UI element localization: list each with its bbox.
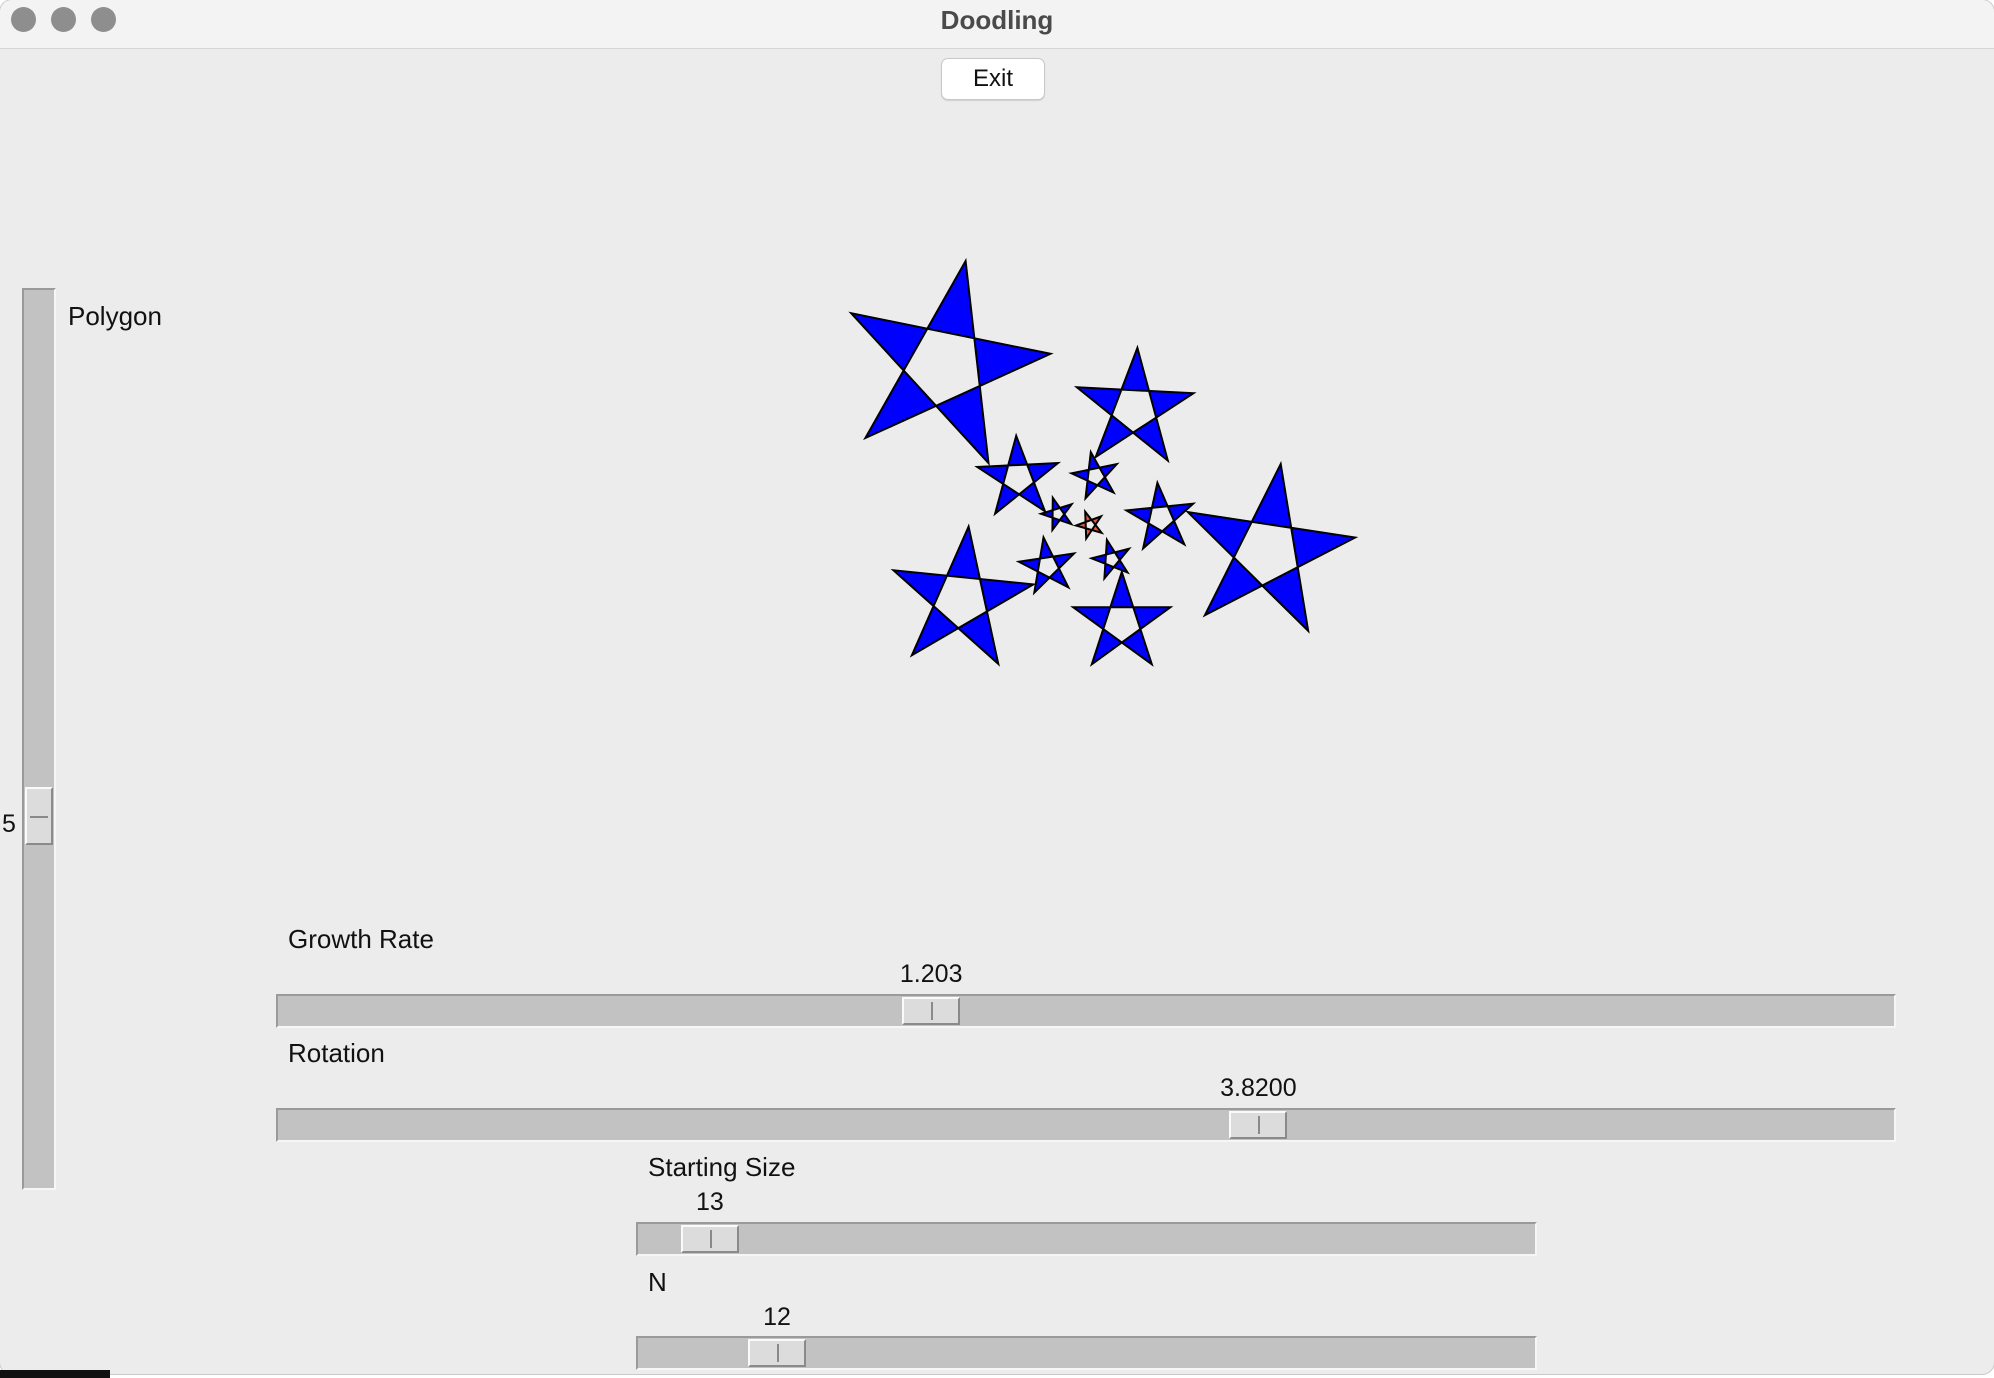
window-title: Doodling (940, 5, 1054, 35)
spiral-star (848, 257, 1054, 467)
n-label: N (648, 1267, 667, 1297)
spiral-star (974, 432, 1062, 517)
spiral-star (890, 523, 1037, 667)
n-value: 12 (763, 1303, 791, 1331)
doodle-canvas (848, 257, 1359, 667)
starting-size-slider[interactable] (636, 1222, 1537, 1256)
polygon-value: 5 (2, 810, 16, 838)
spiral-star (1073, 344, 1197, 464)
doodling-window: Doodling Exit Polygon 5 Growth Rate 1.20… (0, 0, 1994, 1374)
spiral-star (1070, 568, 1174, 667)
rotation-label: Rotation (288, 1038, 385, 1068)
n-slider[interactable] (636, 1336, 1537, 1370)
spiral-star (1185, 460, 1359, 634)
title-bar: Doodling (0, 0, 1994, 49)
rotation-slider-thumb[interactable] (1229, 1111, 1288, 1139)
center-star (1072, 508, 1105, 542)
growth-rate-slider[interactable] (276, 994, 1896, 1028)
growth-rate-value: 1.203 (899, 960, 963, 988)
growth-rate-slider-thumb[interactable] (902, 997, 961, 1025)
exit-button[interactable]: Exit (941, 58, 1045, 100)
growth-rate-label: Growth Rate (288, 924, 434, 954)
spiral-star (1088, 536, 1132, 582)
rotation-slider[interactable] (276, 1108, 1896, 1142)
polygon-slider-thumb[interactable] (25, 786, 53, 845)
starting-size-slider-thumb[interactable] (680, 1225, 739, 1253)
dock-strip (0, 1370, 110, 1378)
n-slider-thumb[interactable] (748, 1339, 807, 1367)
polygon-label: Polygon (68, 301, 162, 331)
spiral-star (1123, 479, 1197, 552)
polygon-slider[interactable] (22, 288, 56, 1190)
starting-size-label: Starting Size (648, 1152, 796, 1182)
rotation-value: 3.8200 (1220, 1074, 1297, 1102)
starting-size-value: 13 (696, 1188, 724, 1216)
spiral-star (1037, 494, 1075, 534)
